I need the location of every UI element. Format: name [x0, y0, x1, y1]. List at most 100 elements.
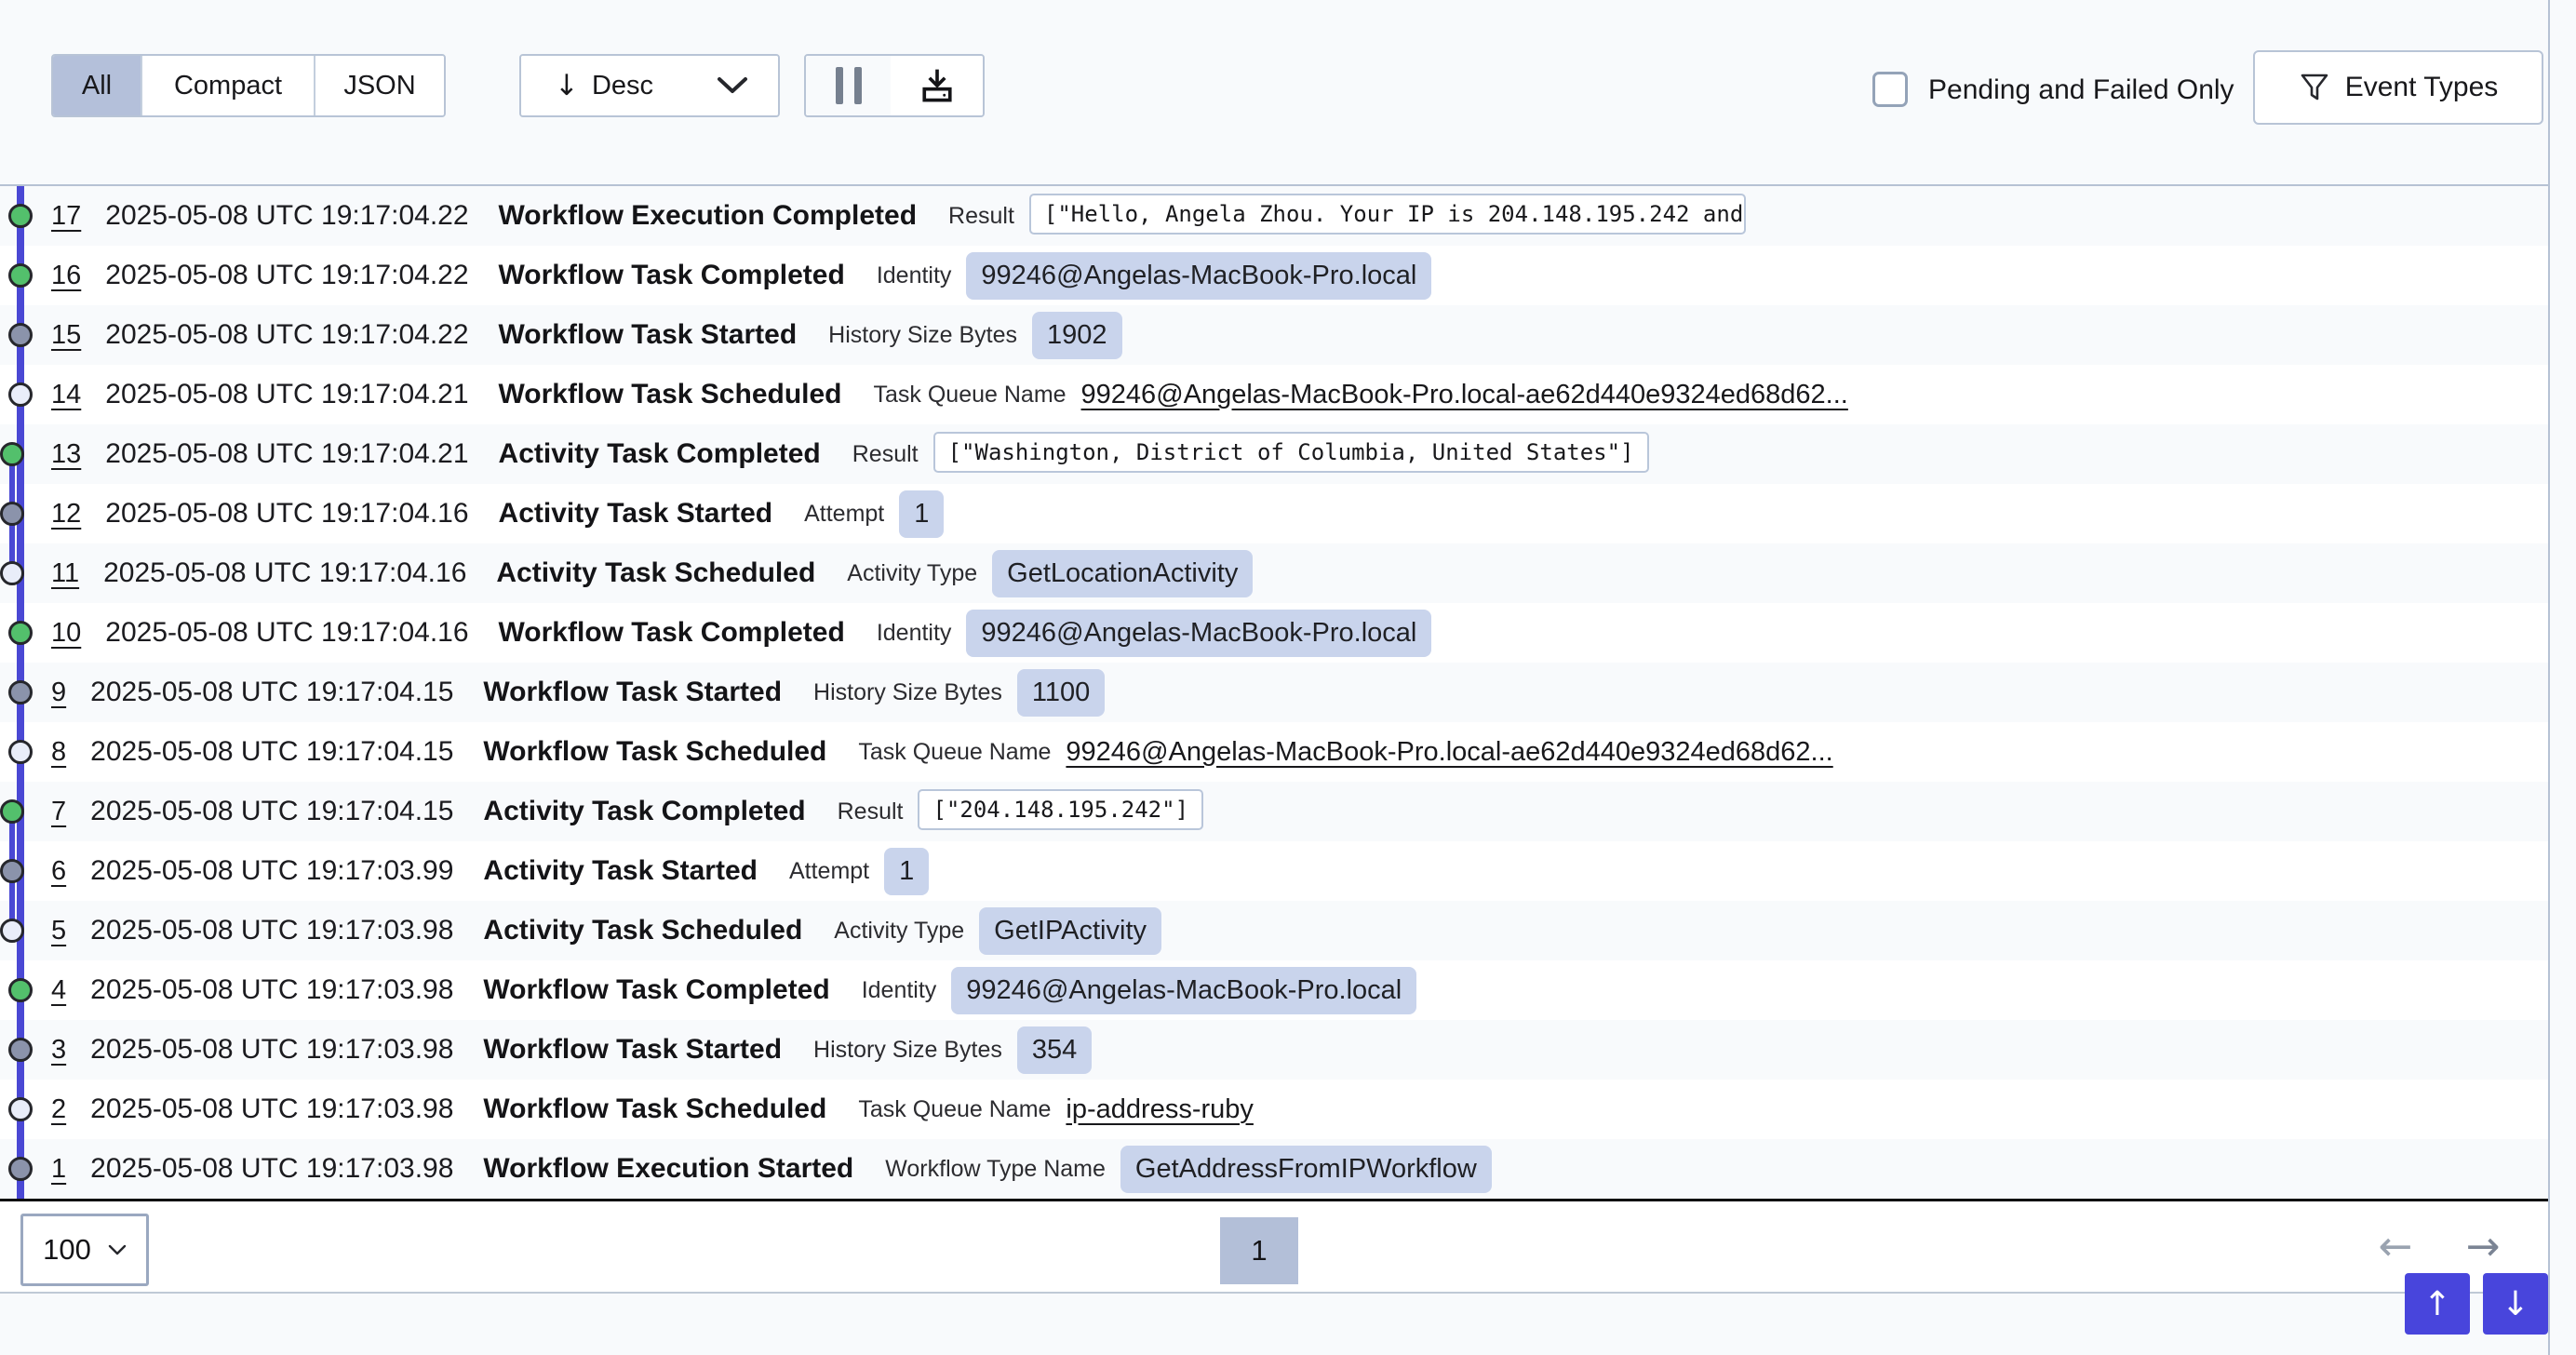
attribute-value-badge: GetIPActivity — [979, 907, 1161, 955]
event-status-marker-icon — [8, 1038, 33, 1062]
event-attribute-value: GetLocationActivity — [992, 550, 1253, 597]
event-status-marker-icon — [0, 561, 24, 585]
download-button[interactable] — [891, 56, 983, 115]
event-attribute-label: Result — [838, 798, 904, 825]
event-timestamp: 2025-05-08 UTC 19:17:03.99 — [90, 855, 453, 887]
event-status-marker-icon — [8, 323, 33, 347]
event-timestamp: 2025-05-08 UTC 19:17:04.16 — [105, 617, 468, 649]
event-row[interactable]: 16 2025-05-08 UTC 19:17:04.22 Workflow T… — [0, 246, 2548, 305]
event-status-marker-icon — [0, 859, 24, 883]
event-name: Workflow Task Started — [499, 319, 798, 351]
event-row[interactable]: 5 2025-05-08 UTC 19:17:03.98 Activity Ta… — [0, 901, 2548, 960]
event-id-link[interactable]: 2 — [51, 1094, 66, 1125]
stream-download-control — [804, 54, 985, 117]
event-id-link[interactable]: 16 — [51, 261, 81, 291]
pagination-bar: 100 1 ← → — [0, 1201, 2548, 1294]
event-row[interactable]: 4 2025-05-08 UTC 19:17:03.98 Workflow Ta… — [0, 960, 2548, 1020]
event-row[interactable]: 1 2025-05-08 UTC 19:17:03.98 Workflow Ex… — [0, 1139, 2548, 1199]
event-row[interactable]: 17 2025-05-08 UTC 19:17:04.22 Workflow E… — [0, 186, 2548, 246]
event-id-link[interactable]: 8 — [51, 737, 66, 768]
view-mode-json-button[interactable]: JSON — [314, 56, 444, 115]
event-row[interactable]: 7 2025-05-08 UTC 19:17:04.15 Activity Ta… — [0, 782, 2548, 841]
event-row[interactable]: 3 2025-05-08 UTC 19:17:03.98 Workflow Ta… — [0, 1020, 2548, 1080]
event-row[interactable]: 2 2025-05-08 UTC 19:17:03.98 Workflow Ta… — [0, 1080, 2548, 1139]
event-id-link[interactable]: 4 — [51, 975, 66, 1006]
event-id-link[interactable]: 9 — [51, 678, 66, 708]
sort-options-dropdown-button[interactable] — [687, 56, 778, 115]
event-id-link[interactable]: 14 — [51, 380, 81, 410]
event-timestamp: 2025-05-08 UTC 19:17:03.98 — [90, 1093, 453, 1125]
event-timestamp: 2025-05-08 UTC 19:17:04.22 — [105, 200, 468, 232]
event-name: Workflow Execution Completed — [499, 200, 918, 232]
event-row[interactable]: 8 2025-05-08 UTC 19:17:04.15 Workflow Ta… — [0, 722, 2548, 782]
sort-label: Desc — [592, 71, 653, 101]
event-row[interactable]: 10 2025-05-08 UTC 19:17:04.16 Workflow T… — [0, 603, 2548, 663]
event-attribute-value: 99246@Angelas-MacBook-Pro.local-ae62d440… — [1081, 380, 1848, 410]
event-name: Activity Task Scheduled — [496, 557, 815, 589]
previous-page-button[interactable]: ← — [2368, 1218, 2423, 1274]
event-status-marker-icon — [0, 502, 24, 526]
event-timestamp: 2025-05-08 UTC 19:17:03.98 — [90, 1153, 453, 1185]
view-mode-all-button[interactable]: All — [53, 56, 141, 115]
event-id-link[interactable]: 12 — [51, 499, 81, 530]
attribute-value-code: ["204.148.195.242"] — [918, 789, 1203, 830]
event-id-link[interactable]: 10 — [51, 618, 81, 649]
event-row[interactable]: 13 2025-05-08 UTC 19:17:04.21 Activity T… — [0, 424, 2548, 484]
event-timestamp: 2025-05-08 UTC 19:17:04.15 — [90, 796, 453, 827]
attribute-value-badge: GetLocationActivity — [992, 550, 1253, 597]
event-attribute-label: Task Queue Name — [874, 382, 1067, 409]
scroll-to-bottom-button[interactable]: ↓ — [2483, 1273, 2548, 1335]
event-id-link[interactable]: 13 — [51, 439, 81, 470]
event-attribute-label: Task Queue Name — [858, 1096, 1051, 1123]
event-id-link[interactable]: 3 — [51, 1035, 66, 1066]
event-status-marker-icon — [0, 919, 24, 943]
event-id-link[interactable]: 7 — [51, 797, 66, 827]
event-name: Activity Task Started — [499, 498, 773, 530]
attribute-value-badge: 1 — [899, 490, 944, 538]
event-timestamp: 2025-05-08 UTC 19:17:04.21 — [105, 379, 468, 410]
sort-desc-button[interactable]: ↓ Desc — [521, 56, 687, 115]
scroll-to-top-button[interactable]: ↑ — [2405, 1273, 2470, 1335]
event-attribute-value: 99246@Angelas-MacBook-Pro.local — [966, 252, 1431, 300]
event-row[interactable]: 12 2025-05-08 UTC 19:17:04.16 Activity T… — [0, 484, 2548, 543]
event-attribute-label: Identity — [877, 620, 952, 647]
attribute-value-badge: 99246@Angelas-MacBook-Pro.local — [966, 610, 1431, 657]
view-mode-compact-button[interactable]: Compact — [141, 56, 314, 115]
event-attribute-label: Task Queue Name — [858, 739, 1051, 766]
event-attribute-label: History Size Bytes — [828, 322, 1017, 349]
chevron-down-icon — [717, 76, 748, 95]
pause-button[interactable] — [806, 56, 891, 115]
attribute-value-badge: 1902 — [1032, 312, 1122, 359]
current-page-button[interactable]: 1 — [1220, 1217, 1298, 1284]
page-size-select[interactable]: 100 — [20, 1214, 149, 1286]
next-page-button[interactable]: → — [2455, 1218, 2511, 1274]
pending-failed-only-checkbox[interactable] — [1872, 72, 1908, 107]
attribute-value-code: ["Washington, District of Columbia, Unit… — [933, 432, 1649, 473]
event-row[interactable]: 15 2025-05-08 UTC 19:17:04.22 Workflow T… — [0, 305, 2548, 365]
event-name: Activity Task Completed — [483, 796, 805, 827]
event-row[interactable]: 6 2025-05-08 UTC 19:17:03.99 Activity Ta… — [0, 841, 2548, 901]
attribute-value-link[interactable]: 99246@Angelas-MacBook-Pro.local-ae62d440… — [1081, 380, 1848, 409]
attribute-value-link[interactable]: ip-address-ruby — [1066, 1094, 1253, 1124]
event-id-link[interactable]: 1 — [51, 1154, 66, 1185]
event-timestamp: 2025-05-08 UTC 19:17:04.21 — [105, 438, 468, 470]
event-id-link[interactable]: 11 — [51, 558, 79, 589]
event-row[interactable]: 14 2025-05-08 UTC 19:17:04.21 Workflow T… — [0, 365, 2548, 424]
event-timestamp: 2025-05-08 UTC 19:17:04.16 — [105, 498, 468, 530]
event-id-link[interactable]: 5 — [51, 916, 66, 946]
event-types-filter-button[interactable]: Event Types — [2253, 50, 2543, 125]
event-attribute-label: Attempt — [804, 501, 884, 528]
panel-right-border — [2548, 0, 2550, 1355]
event-attribute-label: Result — [852, 441, 919, 468]
event-timestamp: 2025-05-08 UTC 19:17:04.15 — [90, 736, 453, 768]
event-row[interactable]: 11 2025-05-08 UTC 19:17:04.16 Activity T… — [0, 543, 2548, 603]
event-status-marker-icon — [8, 204, 33, 228]
event-timestamp: 2025-05-08 UTC 19:17:04.22 — [105, 260, 468, 291]
event-id-link[interactable]: 15 — [51, 320, 81, 351]
attribute-value-link[interactable]: 99246@Angelas-MacBook-Pro.local-ae62d440… — [1066, 737, 1832, 767]
attribute-value-badge: 99246@Angelas-MacBook-Pro.local — [966, 252, 1431, 300]
event-row[interactable]: 9 2025-05-08 UTC 19:17:04.15 Workflow Ta… — [0, 663, 2548, 722]
event-attribute-value: 99246@Angelas-MacBook-Pro.local — [951, 967, 1416, 1014]
event-id-link[interactable]: 17 — [51, 201, 81, 232]
event-id-link[interactable]: 6 — [51, 856, 66, 887]
